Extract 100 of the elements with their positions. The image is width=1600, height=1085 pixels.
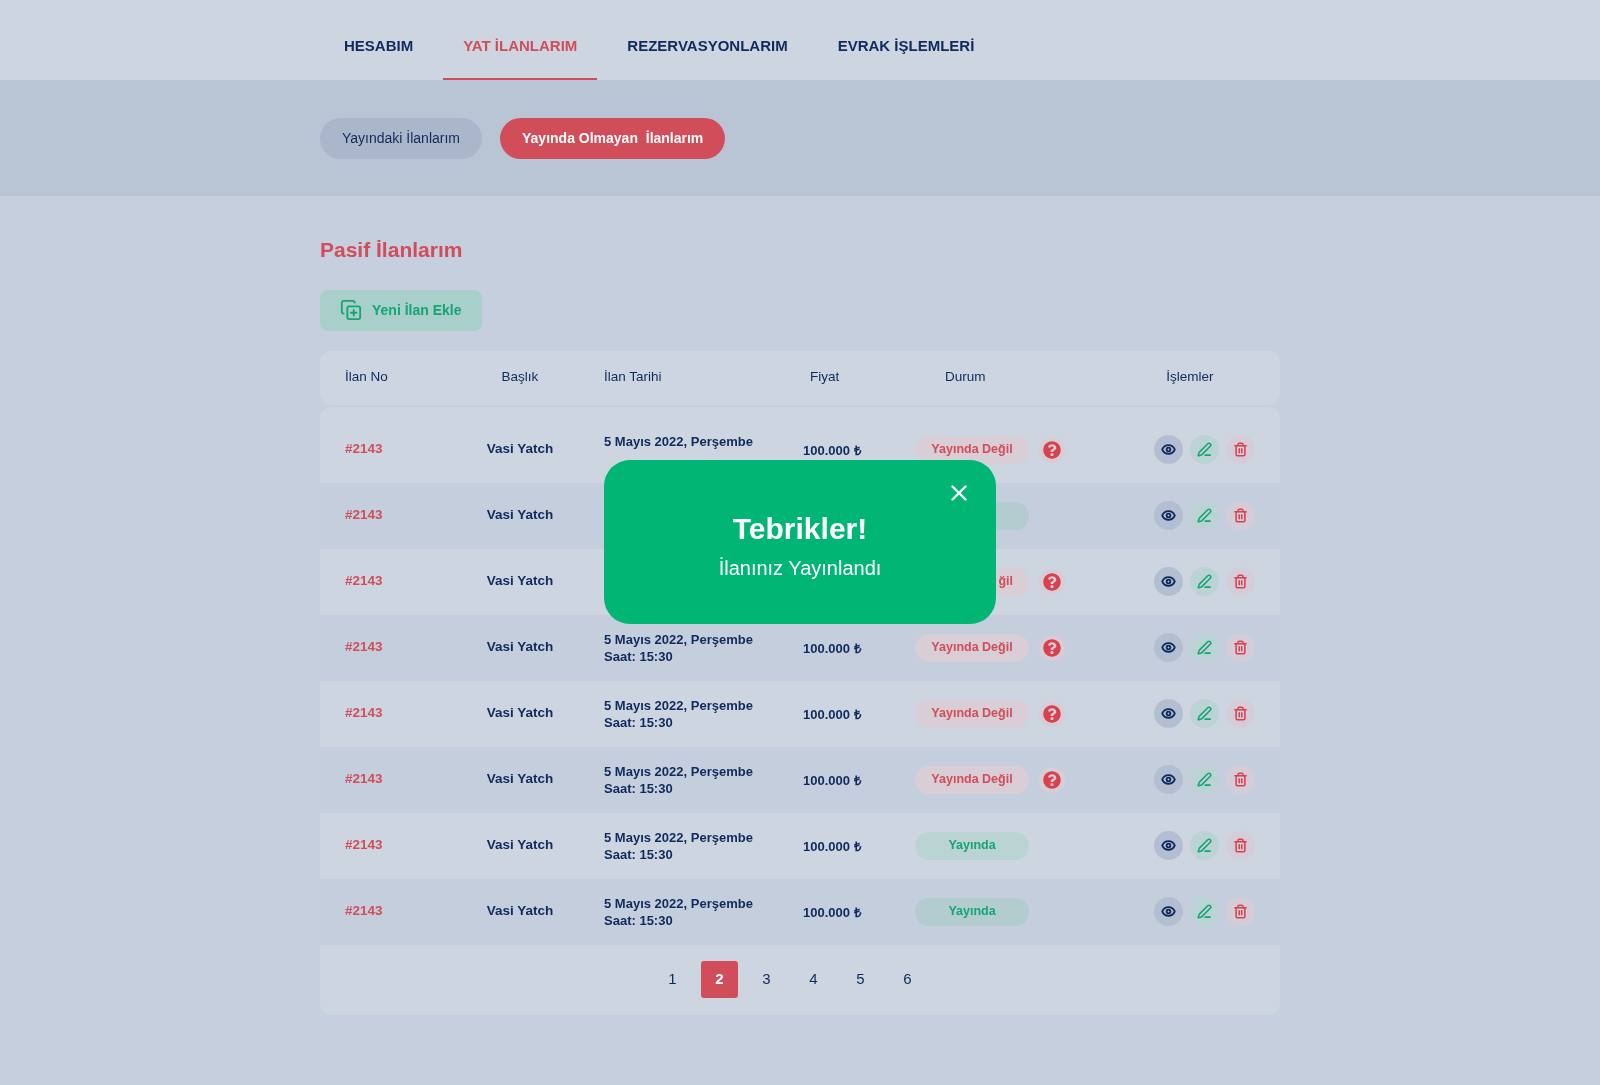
help-icon[interactable] (1043, 440, 1061, 459)
trash-icon (1233, 706, 1248, 721)
delete-button[interactable] (1226, 633, 1255, 662)
status-badge: Yayında Değil (915, 435, 1029, 464)
eye-icon (1161, 904, 1176, 919)
listing-title: Vasi Yatch (486, 770, 554, 789)
page-button[interactable]: 4 (795, 961, 832, 998)
view-button[interactable] (1154, 897, 1183, 926)
view-button[interactable] (1154, 699, 1183, 728)
pen-icon (1197, 706, 1212, 721)
listing-price: 100.000 ₺ (803, 838, 861, 854)
toast-title: Tebrikler! (732, 511, 868, 547)
column-header: İşlemler (1166, 368, 1214, 387)
delete-button[interactable] (1226, 567, 1255, 596)
edit-button[interactable] (1190, 831, 1219, 860)
listing-price: 100.000 ₺ (803, 442, 861, 458)
trash-icon (1233, 640, 1248, 655)
column-header: Başlık (501, 368, 539, 387)
delete-button[interactable] (1226, 699, 1255, 728)
trash-icon (1233, 442, 1248, 457)
filter-pill[interactable]: Yayındaki İlanlarım (320, 117, 482, 159)
edit-button[interactable] (1190, 699, 1219, 728)
pen-icon (1197, 508, 1212, 523)
pen-icon (1197, 640, 1212, 655)
listing-title: Vasi Yatch (486, 440, 554, 459)
delete-button[interactable] (1226, 435, 1255, 464)
listing-date: 5 Mayıs 2022, Perşembe (604, 630, 753, 648)
view-button[interactable] (1154, 435, 1183, 464)
status-badge: Yayında Değil (915, 765, 1029, 794)
edit-button[interactable] (1190, 765, 1219, 794)
column-header: İlan No (345, 368, 389, 387)
listing-date: 5 Mayıs 2022, Perşembe (604, 432, 753, 450)
pen-icon (1197, 838, 1212, 853)
page-button[interactable]: 3 (748, 961, 785, 998)
listing-price: 100.000 ₺ (803, 904, 861, 920)
section-title: Pasif İlanlarım (320, 237, 463, 263)
listing-price: 100.000 ₺ (803, 772, 861, 788)
listing-number: #2143 (345, 506, 383, 525)
view-button[interactable] (1154, 567, 1183, 596)
eye-icon (1161, 442, 1176, 457)
column-header: Durum (944, 368, 987, 387)
listing-number: #2143 (345, 704, 383, 723)
listing-title: Vasi Yatch (486, 506, 554, 525)
trash-icon (1233, 772, 1248, 787)
listing-number: #2143 (345, 770, 383, 789)
delete-button[interactable] (1226, 765, 1255, 794)
edit-button[interactable] (1190, 501, 1219, 530)
listing-time: Saat: 15:30 (604, 647, 673, 665)
trash-icon (1233, 838, 1248, 853)
eye-icon (1161, 838, 1176, 853)
page-button[interactable]: 5 (842, 961, 879, 998)
eye-icon (1161, 574, 1176, 589)
listing-number: #2143 (345, 638, 383, 657)
listing-price: 100.000 ₺ (803, 640, 861, 656)
edit-button[interactable] (1190, 567, 1219, 596)
edit-button[interactable] (1190, 897, 1219, 926)
page-button[interactable]: 2 (701, 961, 738, 998)
help-icon[interactable] (1043, 638, 1061, 657)
status-badge: Yayında Değil (915, 699, 1029, 728)
listing-time: Saat: 15:30 (604, 845, 673, 863)
view-button[interactable] (1154, 501, 1183, 530)
filter-pill[interactable]: Yayında Olmayan İlanlarım (500, 117, 726, 159)
delete-button[interactable] (1226, 831, 1255, 860)
page-button[interactable]: 1 (654, 961, 691, 998)
eye-icon (1161, 772, 1176, 787)
listing-date: 5 Mayıs 2022, Perşembe (604, 828, 753, 846)
column-header: Fiyat (809, 368, 841, 387)
listing-price: 100.000 ₺ (803, 706, 861, 722)
listing-date: 5 Mayıs 2022, Perşembe (604, 894, 753, 912)
listing-number: #2143 (345, 902, 383, 921)
pen-icon (1197, 904, 1212, 919)
delete-button[interactable] (1226, 897, 1255, 926)
view-button[interactable] (1154, 765, 1183, 794)
listing-title: Vasi Yatch (486, 704, 554, 723)
edit-button[interactable] (1190, 435, 1219, 464)
nav-tab[interactable]: HESABIM (324, 0, 434, 80)
help-icon[interactable] (1043, 770, 1061, 789)
delete-button[interactable] (1226, 501, 1255, 530)
help-icon[interactable] (1043, 572, 1061, 591)
listing-number: #2143 (345, 836, 383, 855)
listing-number: #2143 (345, 440, 383, 459)
listing-title: Vasi Yatch (486, 836, 554, 855)
listing-title: Vasi Yatch (486, 638, 554, 657)
page-button[interactable]: 6 (889, 961, 926, 998)
status-badge: Yayında (915, 897, 1029, 926)
trash-icon (1233, 904, 1248, 919)
listing-time: Saat: 15:30 (604, 911, 673, 929)
listing-title: Vasi Yatch (486, 902, 554, 921)
pen-icon (1197, 772, 1212, 787)
help-icon[interactable] (1043, 704, 1061, 723)
eye-icon (1161, 640, 1176, 655)
nav-tab[interactable]: REZERVASYONLARIM (607, 0, 808, 80)
edit-button[interactable] (1190, 633, 1219, 662)
eye-icon (1161, 508, 1176, 523)
eye-icon (1161, 706, 1176, 721)
toast-message: İlanınız Yayınlandı (718, 556, 882, 581)
listing-time: Saat: 15:30 (604, 779, 673, 797)
view-button[interactable] (1154, 633, 1183, 662)
view-button[interactable] (1154, 831, 1183, 860)
nav-tab[interactable]: EVRAK İŞLEMLERİ (817, 0, 995, 80)
